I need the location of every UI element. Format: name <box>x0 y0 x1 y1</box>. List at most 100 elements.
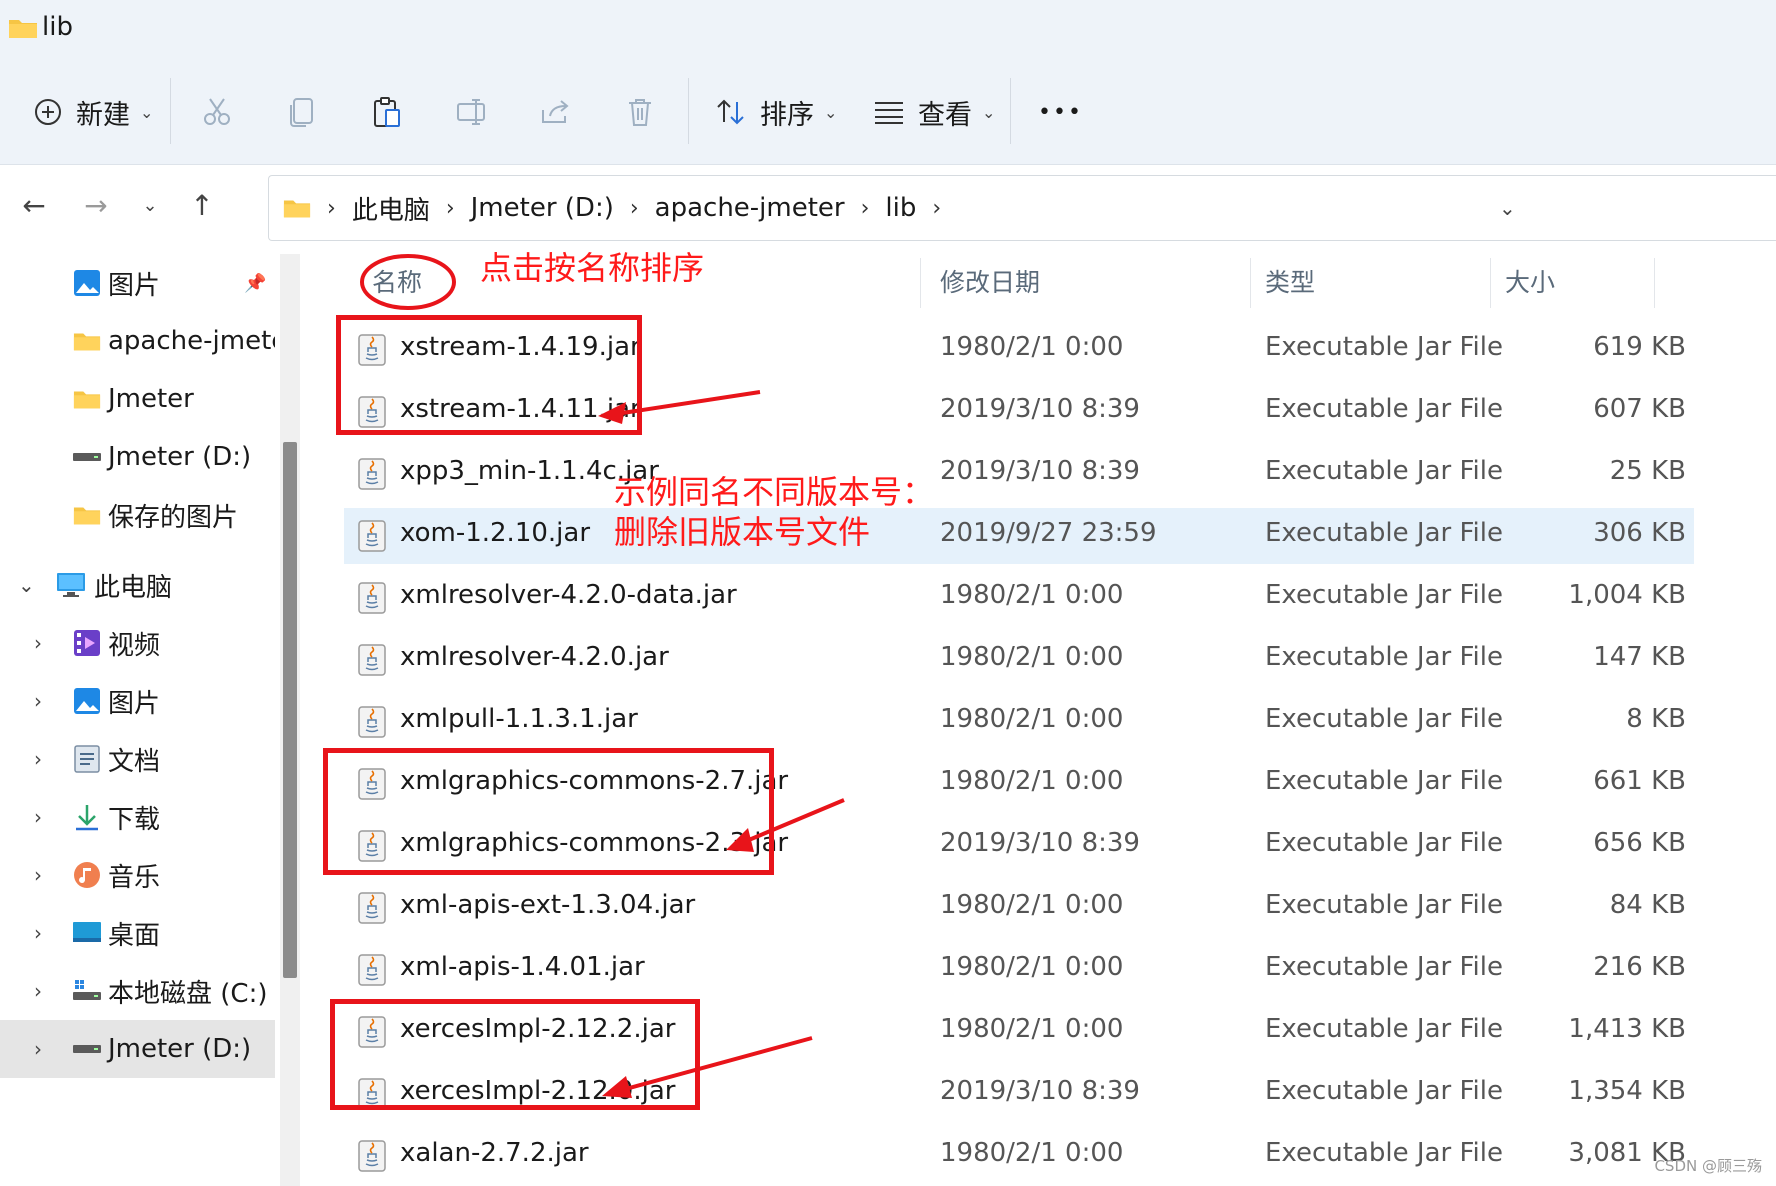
sidebar-item-apache-jmeter[interactable]: apache-jmeter <box>0 312 275 370</box>
column-divider[interactable] <box>1654 258 1655 308</box>
breadcrumb-jmeter-drive[interactable]: Jmeter (D:) <box>471 193 614 223</box>
up-button[interactable]: ↑ <box>182 185 222 225</box>
delete-button[interactable] <box>626 92 654 132</box>
cut-button[interactable] <box>202 92 232 132</box>
sidebar-item-downloads[interactable]: › 下载 <box>0 788 275 846</box>
window-title: lib <box>42 12 73 42</box>
sidebar-item-jmeter-drive[interactable]: › Jmeter (D:) <box>0 1020 275 1078</box>
sort-button[interactable]: 排序 ⌄ <box>716 92 837 132</box>
desktop-icon <box>72 918 102 948</box>
sidebar-scrollbar-thumb[interactable] <box>283 442 297 978</box>
sidebar-item-label: 图片 <box>108 270 161 301</box>
share-button[interactable] <box>540 92 572 132</box>
file-date: 1980/2/1 0:00 <box>940 332 1124 362</box>
file-row[interactable]: xpp3_min-1.1.4c.jar 2019/3/10 8:39 Executa… <box>344 446 1694 502</box>
column-header-type[interactable]: 类型 <box>1265 254 1315 308</box>
sidebar-item-desktop[interactable]: › 桌面 <box>0 904 275 962</box>
file-row[interactable]: xmlresolver-4.2.0-data.jar 1980/2/1 0:00 E… <box>344 570 1694 626</box>
file-date: 1980/2/1 0:00 <box>940 642 1124 672</box>
sidebar-item-label: Jmeter (D:) <box>108 442 252 472</box>
address-bar[interactable]: › 此电脑 › Jmeter (D:) › apache-jmeter › li… <box>268 175 1776 241</box>
copy-button[interactable] <box>288 92 316 132</box>
file-row[interactable]: xml-apis-1.4.01.jar 1980/2/1 0:00 Executab… <box>344 942 1694 998</box>
column-divider[interactable] <box>1490 258 1491 308</box>
breadcrumb-lib[interactable]: lib <box>885 193 916 223</box>
back-button[interactable]: ← <box>14 185 54 225</box>
more-options-button[interactable]: ••• <box>1038 92 1083 132</box>
file-type: Executable Jar File <box>1265 1138 1503 1168</box>
column-divider[interactable] <box>1250 258 1251 308</box>
documents-icon <box>72 744 102 774</box>
sidebar-item-jmeter-folder[interactable]: Jmeter <box>0 370 275 428</box>
new-button[interactable]: 新建 ⌄ <box>34 92 153 132</box>
sidebar-item-jmeter-drive-quick[interactable]: Jmeter (D:) <box>0 428 275 486</box>
chevron-down-icon: ⌄ <box>142 194 158 216</box>
sidebar-item-pictures-quick[interactable]: 图片 📌 <box>0 254 275 312</box>
chevron-down-icon[interactable]: ⌄ <box>18 573 35 597</box>
arrow-left-icon: ← <box>22 188 46 222</box>
chevron-right-icon[interactable]: › <box>34 921 42 945</box>
breadcrumb-apache-jmeter[interactable]: apache-jmeter <box>655 193 845 223</box>
sidebar-item-label: 保存的图片 <box>108 502 239 533</box>
column-header-name[interactable]: 名称 <box>372 254 422 308</box>
more-label: ••• <box>1038 99 1083 125</box>
file-size: 1,413 KB <box>1568 1014 1686 1044</box>
file-type: Executable Jar File <box>1265 766 1503 796</box>
file-date: 2019/3/10 8:39 <box>940 1076 1140 1106</box>
chevron-right-icon[interactable]: › <box>34 1037 42 1061</box>
rename-button[interactable] <box>456 92 488 132</box>
chevron-right-icon[interactable]: › <box>34 979 42 1003</box>
view-button[interactable]: 查看 ⌄ <box>874 92 995 132</box>
pictures-icon <box>72 268 102 298</box>
file-row[interactable]: xom-1.2.10.jar 2019/9/27 23:59 Executable … <box>344 508 1694 564</box>
navigation-bar: ← → ⌄ ↑ › 此电脑 › Jmeter (D:) › apache-jme… <box>0 165 1776 247</box>
sort-label: 排序 <box>760 99 814 131</box>
sidebar-item-pictures[interactable]: › 图片 <box>0 672 275 730</box>
file-size: 1,004 KB <box>1568 580 1686 610</box>
drive-icon <box>72 442 102 472</box>
sidebar-item-label: Jmeter <box>108 384 194 414</box>
sidebar-item-label: 下载 <box>108 804 161 835</box>
share-icon <box>540 98 572 126</box>
file-type: Executable Jar File <box>1265 704 1503 734</box>
folder-icon <box>72 500 102 530</box>
chevron-right-icon[interactable]: › <box>34 805 42 829</box>
sidebar-item-music[interactable]: › 音乐 <box>0 846 275 904</box>
file-size: 1,354 KB <box>1568 1076 1686 1106</box>
file-row[interactable]: xalan-2.7.2.jar 1980/2/1 0:00 Executable J… <box>344 1128 1694 1184</box>
sidebar-item-label: 图片 <box>108 688 161 719</box>
forward-button[interactable]: → <box>76 185 116 225</box>
chevron-right-icon[interactable]: › <box>34 863 42 887</box>
column-divider[interactable] <box>920 258 921 308</box>
file-row[interactable]: xmlpull-1.1.3.1.jar 1980/2/1 0:00 Executab… <box>344 694 1694 750</box>
chevron-right-icon[interactable]: › <box>34 747 42 771</box>
sidebar-item-this-pc[interactable]: ⌄ 此电脑 <box>0 556 275 614</box>
title-bar: lib <box>0 0 1776 58</box>
file-size: 147 KB <box>1593 642 1686 672</box>
trash-icon <box>626 97 654 127</box>
jar-file-icon <box>358 1140 386 1172</box>
file-type: Executable Jar File <box>1265 394 1503 424</box>
column-header-size[interactable]: 大小 <box>1505 254 1555 308</box>
list-view-icon <box>874 100 904 124</box>
sidebar-item-label: 本地磁盘 (C:) <box>108 978 268 1009</box>
breadcrumb-this-pc[interactable]: 此电脑 <box>352 190 430 227</box>
clipboard-icon <box>372 96 402 128</box>
sidebar-item-saved-pictures[interactable]: 保存的图片 <box>0 486 275 544</box>
sidebar-item-videos[interactable]: › 视频 <box>0 614 275 672</box>
sidebar-item-local-disk-c[interactable]: › 本地磁盘 (C:) <box>0 962 275 1020</box>
sidebar-item-documents[interactable]: › 文档 <box>0 730 275 788</box>
file-type: Executable Jar File <box>1265 890 1503 920</box>
new-label: 新建 <box>76 99 130 131</box>
file-type: Executable Jar File <box>1265 332 1503 362</box>
paste-button[interactable] <box>372 92 402 132</box>
file-row[interactable]: xml-apis-ext-1.3.04.jar 1980/2/1 0:00 Exec… <box>344 880 1694 936</box>
file-date: 1980/2/1 0:00 <box>940 580 1124 610</box>
file-row[interactable]: xmlresolver-4.2.0.jar 1980/2/1 0:00 Execut… <box>344 632 1694 688</box>
column-header-date[interactable]: 修改日期 <box>940 254 1040 308</box>
file-name: xom-1.2.10.jar <box>400 518 591 548</box>
address-history-dropdown[interactable]: ⌄ <box>1499 196 1516 220</box>
recent-locations-button[interactable]: ⌄ <box>130 185 170 225</box>
chevron-right-icon[interactable]: › <box>34 631 42 655</box>
chevron-right-icon[interactable]: › <box>34 689 42 713</box>
